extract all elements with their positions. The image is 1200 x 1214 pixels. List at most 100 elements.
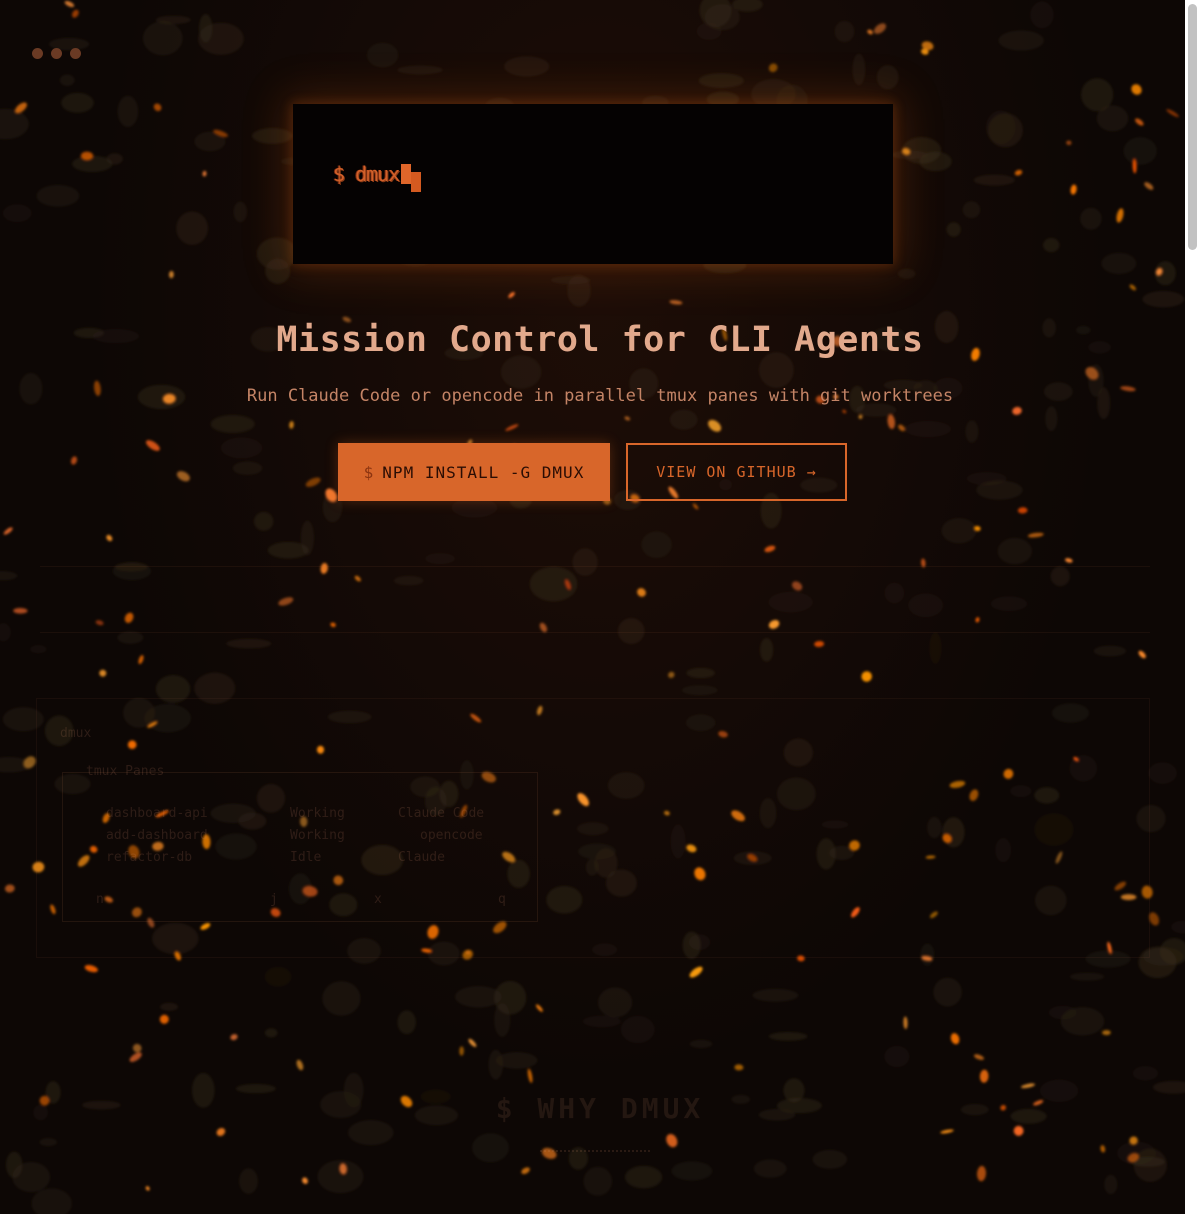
ember-particle: [975, 617, 980, 623]
cursor-icon: [401, 164, 412, 184]
window-dot[interactable]: [51, 48, 62, 59]
ember-particle: [1013, 1125, 1024, 1136]
ember-particle: [354, 575, 361, 582]
ember-blob: [884, 1045, 910, 1068]
ember-particle: [921, 41, 934, 51]
divider: [40, 566, 1150, 567]
ember-particle: [768, 63, 778, 73]
ember-particle: [887, 414, 896, 430]
ember-particle: [974, 525, 981, 532]
ember-particle: [330, 622, 336, 628]
ember-blob: [625, 1165, 663, 1189]
ember-particle: [692, 503, 699, 510]
ember-blob: [884, 582, 905, 604]
ember-particle: [176, 471, 190, 482]
ember-blob: [1104, 1174, 1118, 1195]
divider: [40, 632, 1150, 633]
scrollbar[interactable]: [1185, 0, 1200, 1214]
ember-particle: [1012, 406, 1022, 415]
ember-particle: [1138, 650, 1146, 659]
ember-blob: [143, 21, 183, 56]
install-prefix: $: [363, 462, 375, 482]
ember-blob: [852, 53, 866, 86]
ember-blob: [500, 355, 542, 389]
ember-blob: [1080, 207, 1102, 230]
ember-particle: [168, 270, 174, 279]
demo-row-status: Idle: [290, 850, 322, 865]
ember-blob: [1142, 291, 1185, 308]
footer-logo: $ WHY DMUX: [495, 1092, 705, 1125]
ember-blob: [760, 638, 774, 662]
ember-blob: [696, 22, 722, 40]
ember-particle: [920, 48, 929, 55]
ember-particle: [973, 1054, 985, 1060]
ember-blob: [686, 667, 715, 679]
ember-particle: [508, 291, 515, 299]
window-dot[interactable]: [70, 48, 81, 59]
ember-blob: [1043, 238, 1060, 253]
ember-blob: [933, 977, 962, 1007]
github-button[interactable]: VIEW ON GITHUB →: [626, 443, 847, 501]
ember-particle: [153, 103, 162, 112]
ember-blob: [768, 1032, 808, 1041]
install-button[interactable]: $ NPM INSTALL -G DMUX: [338, 443, 610, 501]
ember-particle: [468, 1038, 477, 1047]
demo-footer-key: q: [498, 892, 506, 907]
ember-blob: [1096, 105, 1129, 132]
ember-blob: [31, 1188, 72, 1214]
ember-blob: [617, 618, 645, 644]
demo-panes-label: tmux Panes: [86, 764, 165, 779]
ember-blob: [812, 1149, 848, 1169]
ember-particle: [1129, 284, 1137, 291]
ember-particle: [84, 964, 98, 973]
ember-blob: [567, 274, 591, 307]
ember-particle: [1135, 118, 1144, 126]
ember-blob: [264, 966, 292, 987]
ember-blob: [455, 986, 502, 1008]
ember-particle: [13, 607, 28, 614]
demo-footer-key: x: [374, 892, 382, 907]
ember-blob: [472, 1133, 509, 1163]
ember-particle: [138, 655, 144, 665]
ember-blob: [582, 1015, 621, 1028]
ember-blob: [962, 201, 981, 219]
ember-blob: [598, 987, 633, 1018]
ember-blob: [425, 553, 456, 565]
scrollbar-thumb[interactable]: [1188, 4, 1197, 250]
demo-row-name: refactor-db: [106, 850, 193, 865]
ember-particle: [867, 29, 873, 35]
window-dot[interactable]: [32, 48, 43, 59]
ember-blob: [239, 1168, 258, 1194]
ember-particle: [99, 669, 107, 677]
ember-blob: [0, 571, 18, 581]
ember-particle: [637, 588, 646, 597]
ember-blob: [0, 757, 33, 773]
ember-blob: [620, 1015, 655, 1044]
ember-particle: [1100, 1145, 1106, 1153]
ember-blob: [117, 95, 139, 128]
ember-blob: [267, 541, 309, 559]
ember-blob: [908, 593, 944, 618]
ember-blob: [1117, 1141, 1156, 1165]
ember-blob: [941, 518, 977, 544]
ember-blob: [106, 153, 123, 165]
ember-blob: [397, 1010, 416, 1035]
ember-blob: [155, 15, 191, 25]
ember-blob: [160, 1002, 179, 1012]
install-button-label: NPM INSTALL -G DMUX: [382, 462, 585, 482]
ember-particle: [106, 534, 113, 542]
ember-blob: [72, 155, 113, 172]
ember-blob: [232, 461, 263, 475]
ember-blob: [114, 562, 148, 572]
ember-particle: [1017, 507, 1028, 514]
ember-particle: [72, 9, 79, 18]
ember-particle: [289, 421, 294, 429]
ember-particle: [80, 151, 94, 161]
demo-window-label: dmux: [60, 726, 92, 741]
ember-particle: [861, 671, 872, 682]
ember-blob: [1093, 645, 1127, 657]
ember-blob: [768, 591, 813, 613]
ember-blob: [504, 56, 550, 77]
ember-blob: [1060, 1007, 1105, 1036]
ember-blob: [265, 258, 291, 284]
